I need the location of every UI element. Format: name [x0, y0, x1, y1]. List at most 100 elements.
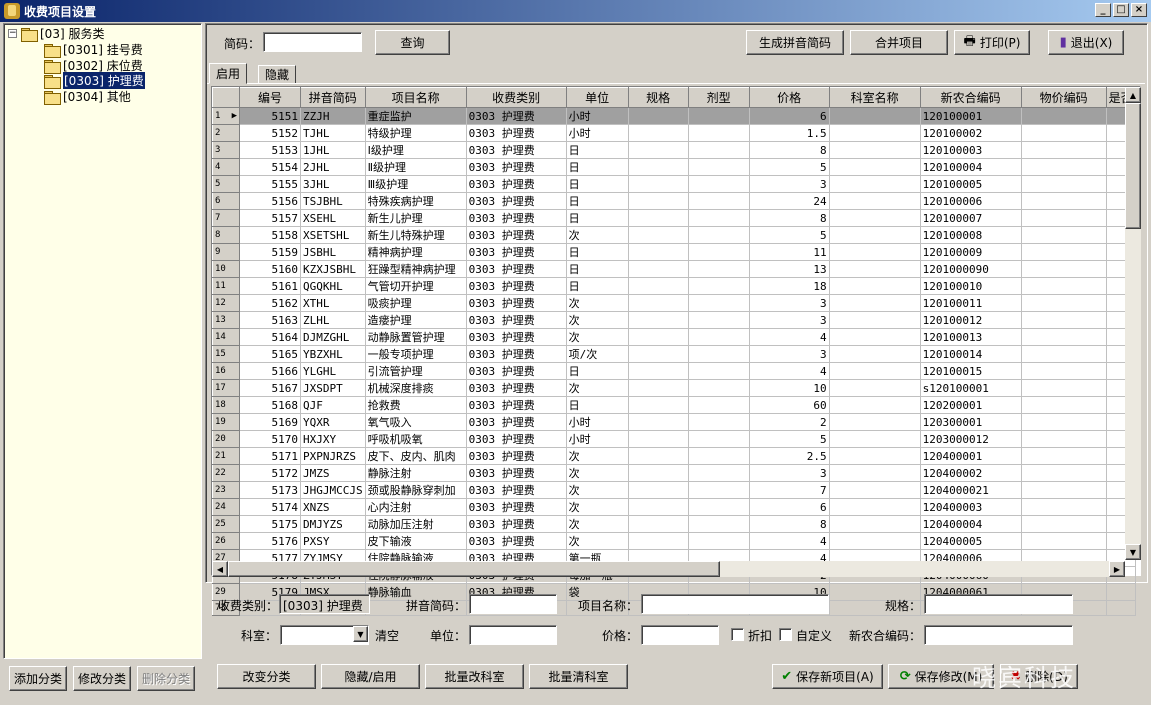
table-cell[interactable]: [628, 209, 689, 227]
table-cell[interactable]: [829, 464, 921, 482]
table-cell[interactable]: 新生儿护理: [365, 209, 467, 227]
table-row[interactable]: 12 5162 XTHL 吸痰护理 0303 护理费次 3 120100011: [212, 294, 1136, 312]
table-cell[interactable]: [628, 498, 689, 516]
table-cell[interactable]: 10: [749, 379, 830, 397]
table-cell[interactable]: DMJYZS: [300, 515, 366, 533]
table-cell[interactable]: [829, 498, 921, 516]
table-cell[interactable]: 吸痰护理: [365, 294, 467, 312]
table-cell[interactable]: DJMZGHL: [300, 328, 366, 346]
table-cell[interactable]: 日: [566, 158, 629, 176]
table-cell[interactable]: 1JHL: [300, 141, 366, 159]
table-cell[interactable]: 120100013: [920, 328, 1022, 346]
items-grid[interactable]: 编号 拼音简码 项目名称 收费类别 单位 规格 剂型 价格 科室名称 新农合编码 物价编码 是否 1 ▶…: [211, 86, 1141, 616]
table-cell[interactable]: [829, 124, 921, 142]
table-cell[interactable]: 120100015: [920, 362, 1022, 380]
table-cell[interactable]: 0303 护理费: [466, 107, 567, 125]
table-cell[interactable]: PXSY: [300, 532, 366, 550]
table-row[interactable]: 6 5156 TSJBHL 特殊疾病护理 0303 护理费日 24 120100006: [212, 192, 1136, 210]
maximize-button[interactable]: □: [1113, 3, 1129, 17]
table-cell[interactable]: [829, 260, 921, 278]
print-button[interactable]: 🖶 打印(P): [954, 30, 1030, 55]
table-cell[interactable]: [829, 226, 921, 244]
table-cell[interactable]: [829, 209, 921, 227]
table-cell[interactable]: 5165: [239, 345, 301, 363]
table-cell[interactable]: [829, 345, 921, 363]
column-header[interactable]: 剂型: [687, 87, 750, 108]
table-cell[interactable]: 24: [749, 192, 830, 210]
table-cell[interactable]: 5160: [239, 260, 301, 278]
table-cell[interactable]: PXPNJRZS: [300, 447, 366, 465]
table-cell[interactable]: 1.5: [749, 124, 830, 142]
table-cell[interactable]: 1204000021: [920, 481, 1022, 499]
horizontal-scroll-thumb[interactable]: [228, 561, 720, 577]
tree-item-0303[interactable]: [0303] 护理费: [44, 72, 145, 89]
table-row[interactable]: 13 5163 ZLHL 造瘘护理 0303 护理费次 3 120100012: [212, 311, 1136, 329]
table-cell[interactable]: [688, 481, 750, 499]
table-cell[interactable]: [1021, 209, 1107, 227]
table-cell[interactable]: 120100009: [920, 243, 1022, 261]
table-cell[interactable]: 次: [566, 311, 629, 329]
table-cell[interactable]: [688, 532, 750, 550]
table-cell[interactable]: [688, 277, 750, 295]
column-header[interactable]: 收费类别: [465, 87, 567, 108]
table-cell[interactable]: 0303 护理费: [466, 328, 567, 346]
table-cell[interactable]: 5175: [239, 515, 301, 533]
table-cell[interactable]: 重症监护: [365, 107, 467, 125]
table-cell[interactable]: 颈或股静脉穿刺加: [365, 481, 467, 499]
clear-dept-link[interactable]: 清空: [375, 627, 399, 644]
table-cell[interactable]: [628, 277, 689, 295]
table-cell[interactable]: 3: [749, 175, 830, 193]
table-cell[interactable]: [1021, 481, 1107, 499]
table-cell[interactable]: [628, 464, 689, 482]
table-cell[interactable]: 日: [566, 260, 629, 278]
table-cell[interactable]: [829, 294, 921, 312]
batch-change-dept-button[interactable]: 批量改科室: [425, 664, 524, 689]
table-cell[interactable]: 抢救费: [365, 396, 467, 414]
tree-root[interactable]: − [03] 服务类: [8, 26, 104, 42]
edit-category-button[interactable]: 修改分类: [73, 666, 131, 691]
table-cell[interactable]: 0303 护理费: [466, 464, 567, 482]
table-cell[interactable]: 新生儿特殊护理: [365, 226, 467, 244]
column-header[interactable]: 规格: [627, 87, 689, 108]
table-cell[interactable]: 0303 护理费: [466, 396, 567, 414]
table-cell[interactable]: [688, 379, 750, 397]
table-cell[interactable]: 小时: [566, 124, 629, 142]
table-cell[interactable]: [688, 464, 750, 482]
minimize-button[interactable]: _: [1095, 3, 1111, 17]
table-cell[interactable]: 次: [566, 447, 629, 465]
table-cell[interactable]: 0303 护理费: [466, 294, 567, 312]
table-cell[interactable]: 日: [566, 175, 629, 193]
table-cell[interactable]: 6: [749, 498, 830, 516]
table-cell[interactable]: JMZS: [300, 464, 366, 482]
close-button[interactable]: ×: [1131, 3, 1147, 17]
table-cell[interactable]: [1021, 345, 1107, 363]
table-cell[interactable]: [1021, 430, 1107, 448]
table-cell[interactable]: [628, 260, 689, 278]
table-cell[interactable]: [829, 107, 921, 125]
table-cell[interactable]: 5162: [239, 294, 301, 312]
table-cell[interactable]: 120100002: [920, 124, 1022, 142]
custom-checkbox[interactable]: [779, 628, 792, 641]
table-cell[interactable]: 呼吸机吸氧: [365, 430, 467, 448]
column-header[interactable]: 拼音简码: [300, 87, 366, 108]
table-cell[interactable]: [829, 362, 921, 380]
ncms-code-input[interactable]: [924, 625, 1073, 645]
table-cell[interactable]: 120300001: [920, 413, 1022, 431]
table-row[interactable]: 10 5160 KZXJSBHL 狂躁型精神病护理 0303 护理费日 13 1201000…: [212, 260, 1136, 278]
table-cell[interactable]: 精神病护理: [365, 243, 467, 261]
table-cell[interactable]: 小时: [566, 107, 629, 125]
table-cell[interactable]: 次: [566, 294, 629, 312]
table-cell[interactable]: [688, 141, 750, 159]
table-cell[interactable]: XSETSHL: [300, 226, 366, 244]
table-cell[interactable]: [1021, 362, 1107, 380]
table-row[interactable]: 14 5164 DJMZGHL 动静脉置管护理 0303 护理费次 4 120100013: [212, 328, 1136, 346]
table-cell[interactable]: 120400002: [920, 464, 1022, 482]
table-row[interactable]: 2 5152 TJHL 特级护理 0303 护理费 小时 1.5 120100002: [212, 124, 1136, 142]
table-cell[interactable]: [628, 141, 689, 159]
table-cell[interactable]: [1021, 277, 1107, 295]
table-cell[interactable]: Ⅱ级护理: [365, 158, 467, 176]
table-cell[interactable]: Ⅰ级护理: [365, 141, 467, 159]
table-cell[interactable]: [688, 498, 750, 516]
table-cell[interactable]: 7: [749, 481, 830, 499]
table-cell[interactable]: [688, 413, 750, 431]
